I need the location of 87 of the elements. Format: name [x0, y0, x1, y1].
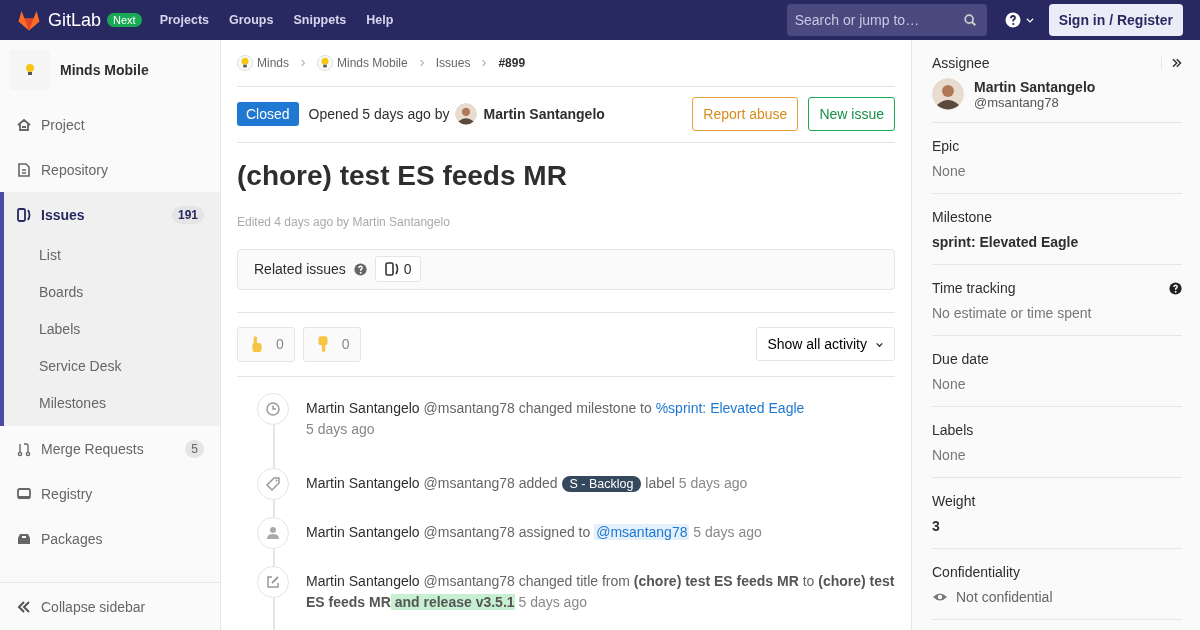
- lightbulb-icon: [317, 55, 333, 72]
- milestone-link[interactable]: %sprint: Elevated Eagle: [655, 400, 805, 416]
- section-label: Due date: [932, 351, 989, 367]
- section-label: Time tracking: [932, 280, 1016, 296]
- breadcrumb-link[interactable]: #899: [498, 56, 526, 71]
- edited-note: Edited 4 days ago by Martin Santangelo: [237, 214, 451, 229]
- sign-in-button[interactable]: Sign in / Register: [1048, 4, 1183, 36]
- breadcrumb-link[interactable]: Minds: [257, 56, 289, 71]
- search-icon: [962, 13, 977, 27]
- merge-request-icon: [16, 440, 32, 457]
- avatar: [455, 103, 478, 126]
- section-label: Confidentiality: [932, 564, 1020, 580]
- assignee-handle: @msantang78: [974, 94, 1059, 110]
- award-button[interactable]: 0: [237, 326, 295, 362]
- section-label: Epic: [932, 138, 960, 154]
- breadcrumb-link[interactable]: Minds Mobile: [337, 56, 408, 71]
- double-chevron-icon: [1170, 57, 1182, 69]
- breadcrumb-link[interactable]: Issues: [435, 56, 471, 71]
- next-badge: Next: [107, 13, 142, 27]
- activity-note: Martin Santangelo @msantang78 changed title from (chore) test ES feeds MR to (chore) test ES feeds MR and release v3.5.1 5 days ago: [306, 572, 895, 612]
- label-tag: S - Backlog: [561, 476, 642, 492]
- tag-icon: [265, 476, 281, 492]
- sidebar-item[interactable]: Repository: [0, 147, 220, 192]
- section-label: Assignee: [932, 55, 990, 71]
- section-label: Milestone: [932, 209, 992, 225]
- related-count-badge: 0: [374, 256, 421, 283]
- help-icon: [353, 262, 367, 276]
- section-value: sprint: Elevated Eagle: [932, 234, 1079, 250]
- nav-link[interactable]: Snippets: [293, 13, 347, 27]
- chevron-icon: [417, 59, 426, 68]
- lightbulb-icon: [237, 55, 253, 72]
- section-value: None: [932, 163, 966, 179]
- edit-icon: [265, 574, 281, 590]
- activity-note: Martin Santangelo @msantang78 added S - Backlog label 5 days ago: [306, 474, 749, 494]
- sidebar-subitem[interactable]: Service Desk: [4, 348, 220, 385]
- project-name[interactable]: Minds Mobile: [60, 62, 149, 78]
- nav-link[interactable]: Help: [366, 13, 394, 27]
- house-icon: [16, 116, 32, 133]
- issues-icon: [16, 206, 32, 223]
- issue-title: (chore) test ES feeds MR: [237, 158, 568, 193]
- fox-logo-icon: [16, 8, 42, 32]
- issues-icon: [383, 261, 400, 278]
- help-icon: [1004, 12, 1021, 28]
- section-label: Weight: [932, 493, 976, 509]
- box-icon: [16, 485, 32, 502]
- sidebar-subitem[interactable]: Boards: [4, 274, 220, 311]
- nav-link[interactable]: Projects: [159, 13, 209, 27]
- section-value: None: [932, 447, 966, 463]
- collapse-panel-button[interactable]: [1161, 57, 1182, 69]
- section-value: 3: [932, 518, 940, 534]
- count-badge: 191: [171, 205, 204, 224]
- section-label: Labels: [932, 422, 974, 438]
- count-badge: 5: [185, 439, 204, 458]
- status-badge: Closed: [237, 102, 299, 127]
- sidebar-item[interactable]: Packages: [0, 516, 220, 561]
- chevron-icon: [299, 59, 307, 68]
- search-field[interactable]: Search or jump to…: [786, 4, 987, 36]
- action-button[interactable]: New issue: [808, 97, 895, 132]
- brand-name: GitLab: [48, 9, 102, 31]
- sidebar-item[interactable]: Merge Requests 5: [0, 426, 220, 471]
- section-value: None: [932, 376, 966, 392]
- user-mention[interactable]: @msantang78: [594, 524, 690, 540]
- sidebar-subitem[interactable]: Milestones: [4, 385, 220, 422]
- author-link[interactable]: Martin Santangelo: [483, 106, 605, 123]
- sidebar-item[interactable]: Registry: [0, 471, 220, 516]
- activity-filter-dropdown[interactable]: Show all activity: [756, 327, 895, 362]
- sidebar-item[interactable]: Issues 191: [4, 192, 220, 237]
- chevron-icon: [480, 59, 489, 68]
- document-icon: [16, 161, 32, 178]
- section-value: Not confidential: [956, 589, 1053, 605]
- double-chevron-icon: [16, 598, 32, 615]
- clock-icon: [265, 401, 281, 417]
- user-icon: [265, 525, 281, 541]
- activity-note: Martin Santangelo @msantang78 changed milestone to %sprint: Elevated Eagle 5 days ago: [306, 399, 806, 439]
- sidebar-item[interactable]: Project: [0, 102, 220, 147]
- activity-note: Martin Santangelo @msantang78 assigned to @msantang78 5 days ago: [306, 523, 763, 542]
- sidebar-subitem[interactable]: Labels: [4, 311, 220, 348]
- caret-icon: [1024, 15, 1035, 25]
- award-button[interactable]: 0: [302, 326, 361, 362]
- avatar: [932, 78, 964, 110]
- help-menu-button[interactable]: [1004, 12, 1035, 28]
- assignee-name[interactable]: Martin Santangelo: [974, 78, 1096, 95]
- sidebar-subitem[interactable]: List: [4, 237, 220, 274]
- related-issues-label: Related issues: [254, 261, 346, 278]
- section-value: No estimate or time spent: [932, 305, 1092, 321]
- opened-text: Opened 5 days ago by: [308, 106, 450, 123]
- nav-link[interactable]: Groups: [229, 13, 274, 27]
